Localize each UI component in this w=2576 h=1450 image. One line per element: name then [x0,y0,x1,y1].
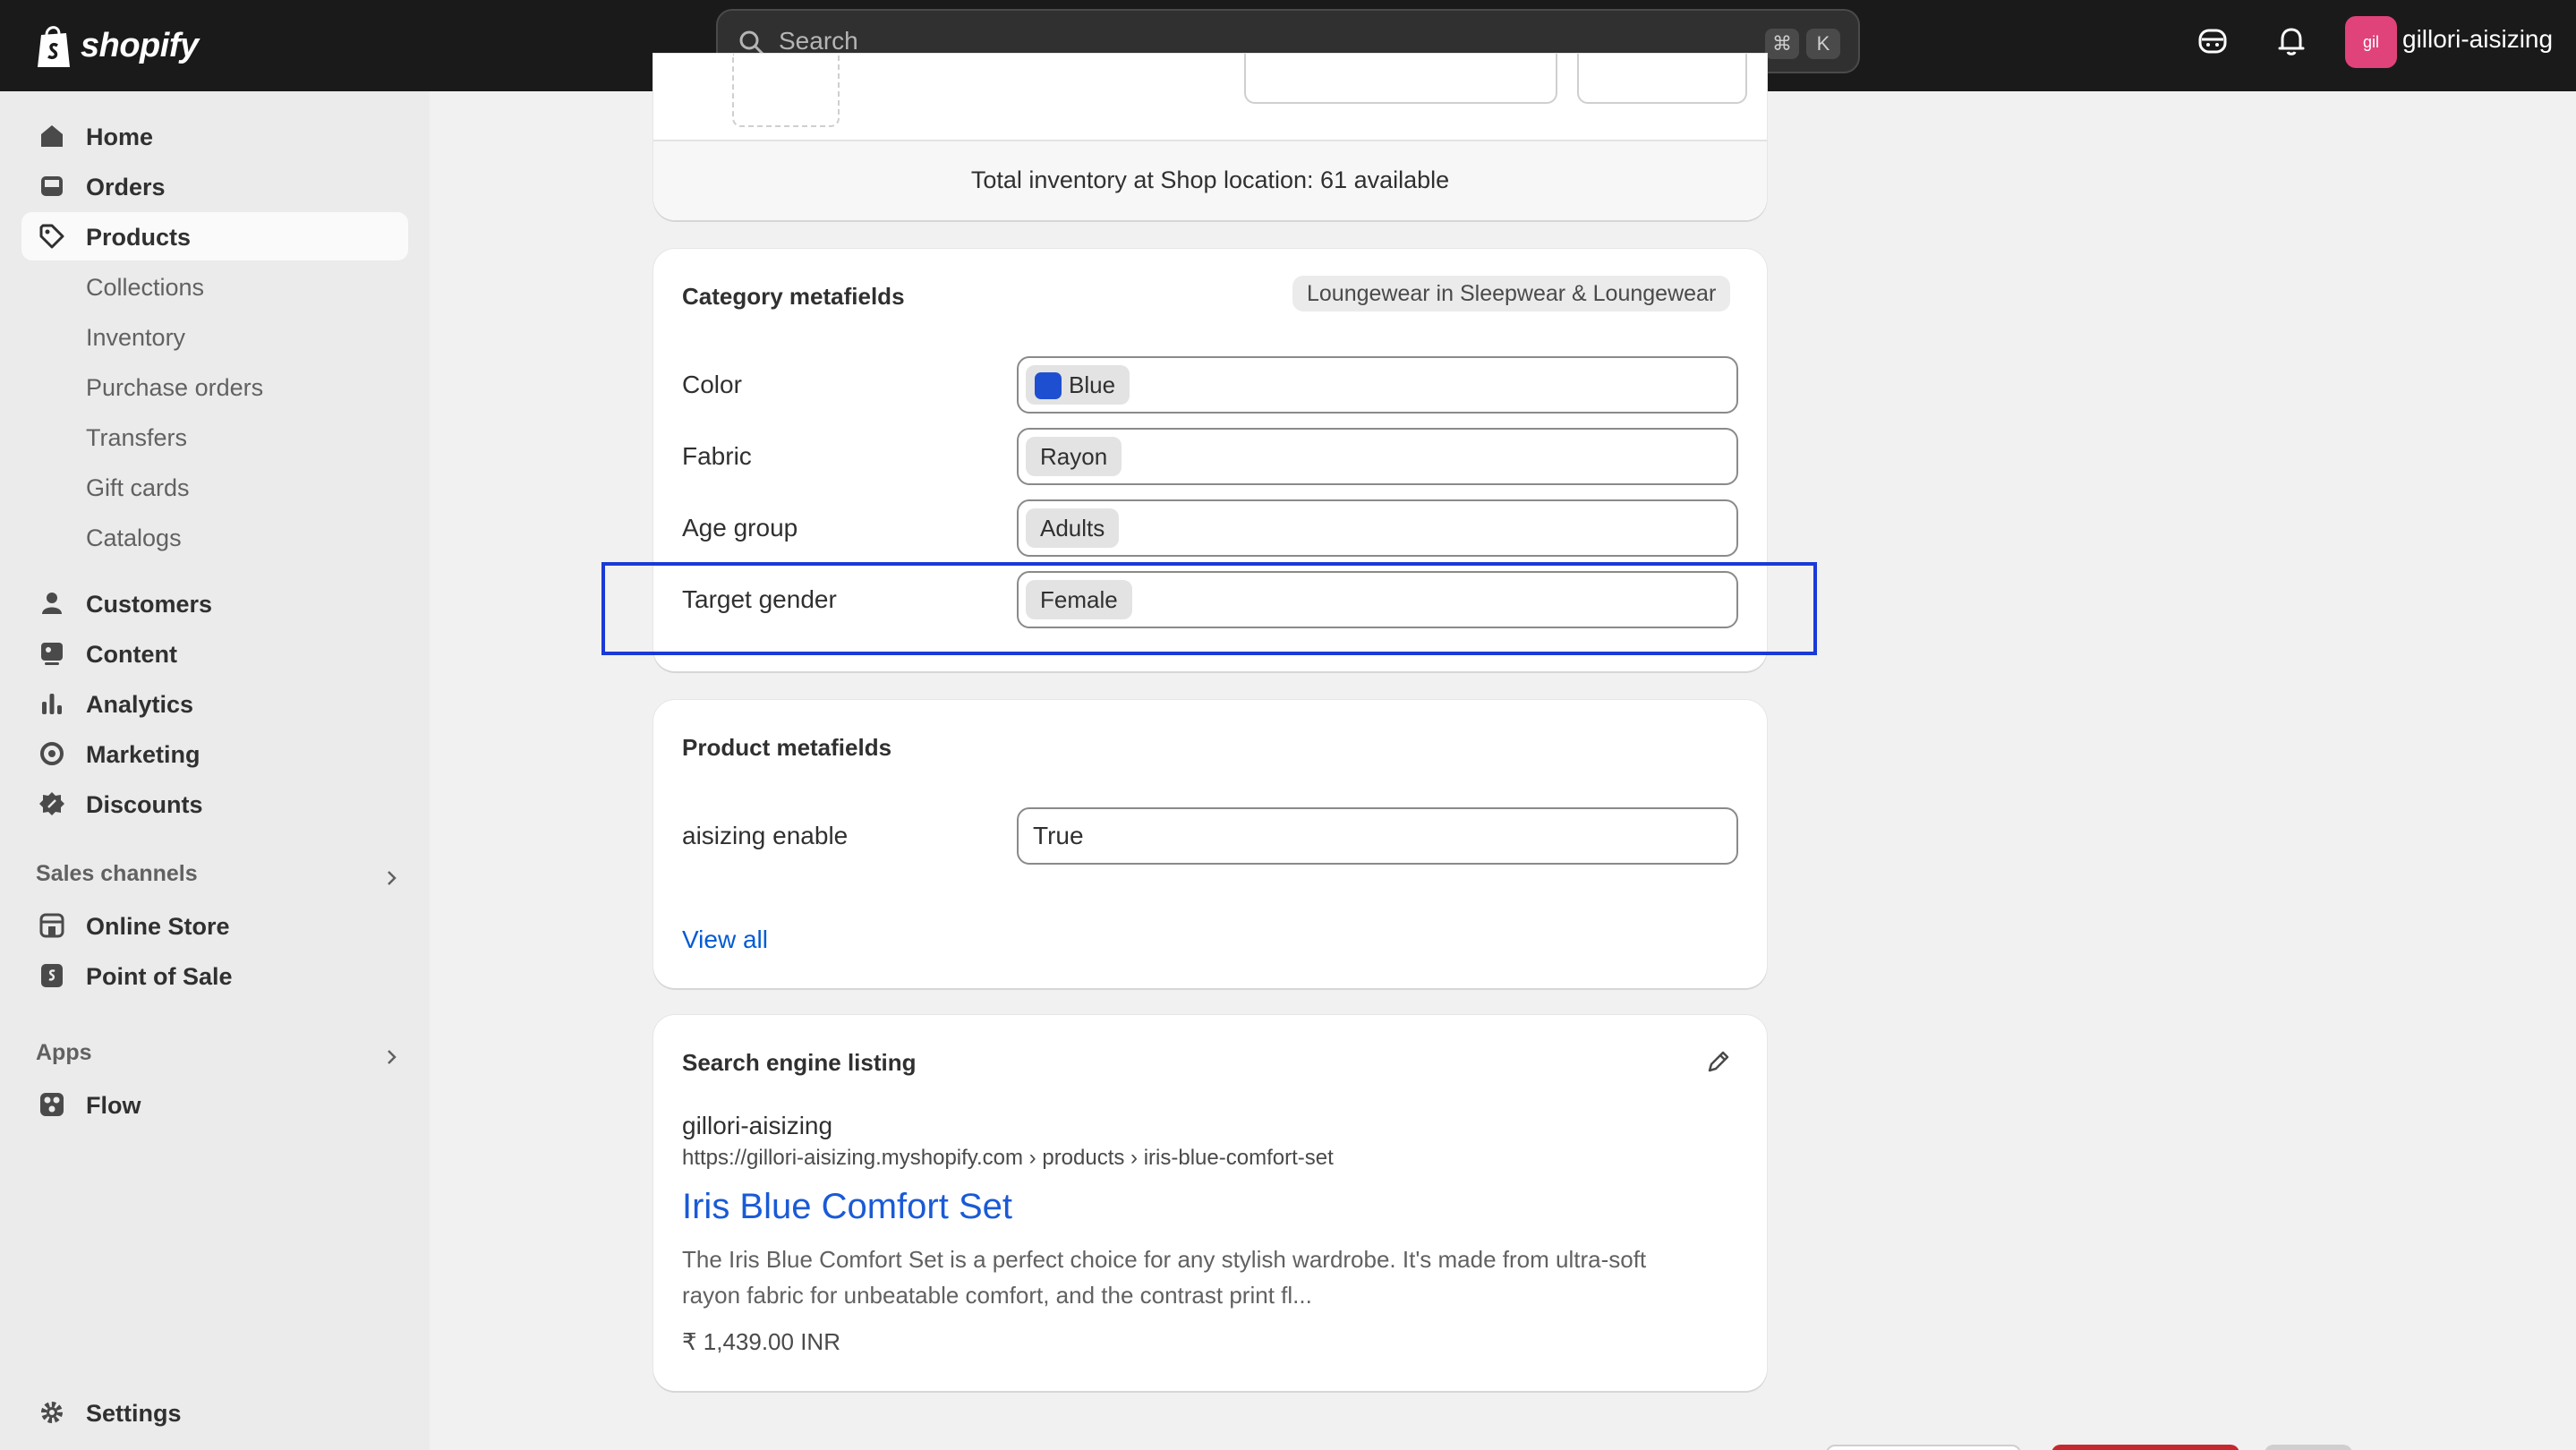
aisizing-enable-field[interactable]: True [1017,807,1738,865]
sidebar-subitem-collections[interactable]: Collections [86,274,204,302]
age-group-field[interactable]: Adults [1017,499,1738,557]
sidebar-item-home[interactable]: Home [21,112,408,160]
sidebar-item-label: Discounts [86,791,203,818]
card-title: Product metafields [682,734,892,761]
sidebar-item-label: Orders [86,174,166,200]
content-icon [41,643,63,665]
pencil-icon[interactable] [1704,1047,1733,1076]
sidebar-item-label: Home [86,124,154,150]
view-all-link[interactable]: View all [682,925,768,954]
sidebar-item-label: Point of Sale [86,963,233,990]
seo-page-title: Iris Blue Comfort Set [682,1187,1013,1226]
field-label-fabric: Fabric [682,442,752,470]
fabric-tag: Rayon [1026,437,1122,476]
sidebar-item-marketing[interactable]: Marketing [21,729,408,778]
sidebar-item-label: Flow [86,1092,141,1119]
pos-icon [41,964,63,987]
color-field[interactable]: Blue [1017,356,1738,414]
seo-description-line-2: rayon fabric for unbeatable comfort, and… [682,1282,1312,1309]
color-tag: Blue [1026,365,1130,405]
sidebar-item-settings[interactable]: Settings [21,1388,408,1437]
shopify-bag-icon [38,26,70,67]
avatar[interactable]: gil [2345,16,2397,68]
image-placeholder[interactable] [732,54,840,127]
search-engine-listing-card: Search engine listing gillori-aisizing h… [653,1015,1767,1391]
person-icon [42,593,62,614]
logo-text: shopify [81,26,199,64]
tag-icon [39,224,64,249]
delete-button[interactable] [2051,1445,2239,1450]
save-button[interactable] [2265,1445,2352,1450]
seo-description-line-1: The Iris Blue Comfort Set is a perfect c… [682,1246,1647,1273]
product-metafields-card: Product metafields aisizing enable True … [653,700,1767,988]
field-label-age-group: Age group [682,514,798,542]
sidebar-subitem-transfers[interactable]: Transfers [86,424,187,452]
sidebar-item-point-of-sale[interactable]: Point of Sale [21,951,408,1000]
fabric-field[interactable]: Rayon [1017,428,1738,485]
shortcut-k-key: K [1806,29,1840,59]
sidebar-subitem-inventory[interactable]: Inventory [86,324,185,352]
highlight-box [601,562,1817,655]
sidebar-item-label: Settings [86,1400,182,1427]
tag-label: Blue [1069,371,1116,398]
bell-icon[interactable] [2273,23,2309,59]
sidebar-item-content[interactable]: Content [21,629,408,678]
secondary-button[interactable] [1826,1445,2021,1450]
sidebar-item-label: Marketing [86,741,200,768]
card-title: Search engine listing [682,1049,917,1076]
sidebar-item-orders[interactable]: Orders [21,162,408,210]
store-icon [39,913,64,938]
card-title: Category metafields [682,283,905,310]
field-label-color: Color [682,371,742,398]
color-swatch [1035,372,1062,399]
sidebar-item-discounts[interactable]: Discounts [21,780,408,828]
sidebar-item-label: Online Store [86,913,230,940]
inventory-footer: Total inventory at Shop location: 61 ava… [653,140,1767,220]
home-icon [41,125,63,147]
sku-field[interactable] [1577,54,1747,104]
inbox-icon [41,176,63,196]
field-label-aisizing-enable: aisizing enable [682,822,849,849]
seo-price: ₹ 1,439.00 INR [682,1328,840,1355]
quantity-field[interactable] [1244,54,1557,104]
sidebar-subitem-gift-cards[interactable]: Gift cards [86,474,190,502]
sidebar: Home Orders Products Collections Invento… [0,91,430,1450]
category-badge: Loungewear in Sleepwear & Loungewear [1292,276,1731,311]
field-value: True [1033,822,1084,849]
sidebar-item-label: Analytics [86,691,194,718]
sidebar-item-customers[interactable]: Customers [21,579,408,627]
shopify-logo[interactable]: shopify [34,16,199,75]
total-inventory-text: Total inventory at Shop location: 61 ava… [970,166,1450,193]
sidebar-subitem-catalogs[interactable]: Catalogs [86,525,182,552]
chevron-right-icon[interactable] [381,1047,401,1067]
sidekick-icon[interactable] [2195,23,2231,59]
bar-chart-icon [42,694,62,714]
flow-icon [40,1093,64,1116]
gear-icon [41,1402,63,1423]
seo-store-name: gillori-aisizing [682,1112,833,1139]
sidebar-item-label: Content [86,641,177,668]
sidebar-item-flow[interactable]: Flow [21,1080,408,1129]
seo-url: https://gillori-aisizing.myshopify.com ›… [682,1146,1334,1170]
discount-icon [39,792,64,815]
inventory-card: Total inventory at Shop location: 61 ava… [653,54,1767,220]
sidebar-subitem-purchase-orders[interactable]: Purchase orders [86,374,263,402]
age-group-tag: Adults [1026,508,1120,548]
chevron-right-icon[interactable] [381,868,401,888]
target-icon [40,742,64,765]
sidebar-item-products[interactable]: Products [21,212,408,260]
store-name[interactable]: gillori-aisizing [2402,25,2553,54]
sidebar-item-label: Customers [86,591,213,618]
sidebar-item-online-store[interactable]: Online Store [21,901,408,950]
search-placeholder: Search [779,27,858,55]
sidebar-item-analytics[interactable]: Analytics [21,679,408,728]
shortcut-cmd-key: ⌘ [1765,29,1799,59]
sales-channels-label[interactable]: Sales channels [36,861,198,887]
apps-label[interactable]: Apps [36,1040,92,1066]
sidebar-item-label: Products [86,224,192,251]
